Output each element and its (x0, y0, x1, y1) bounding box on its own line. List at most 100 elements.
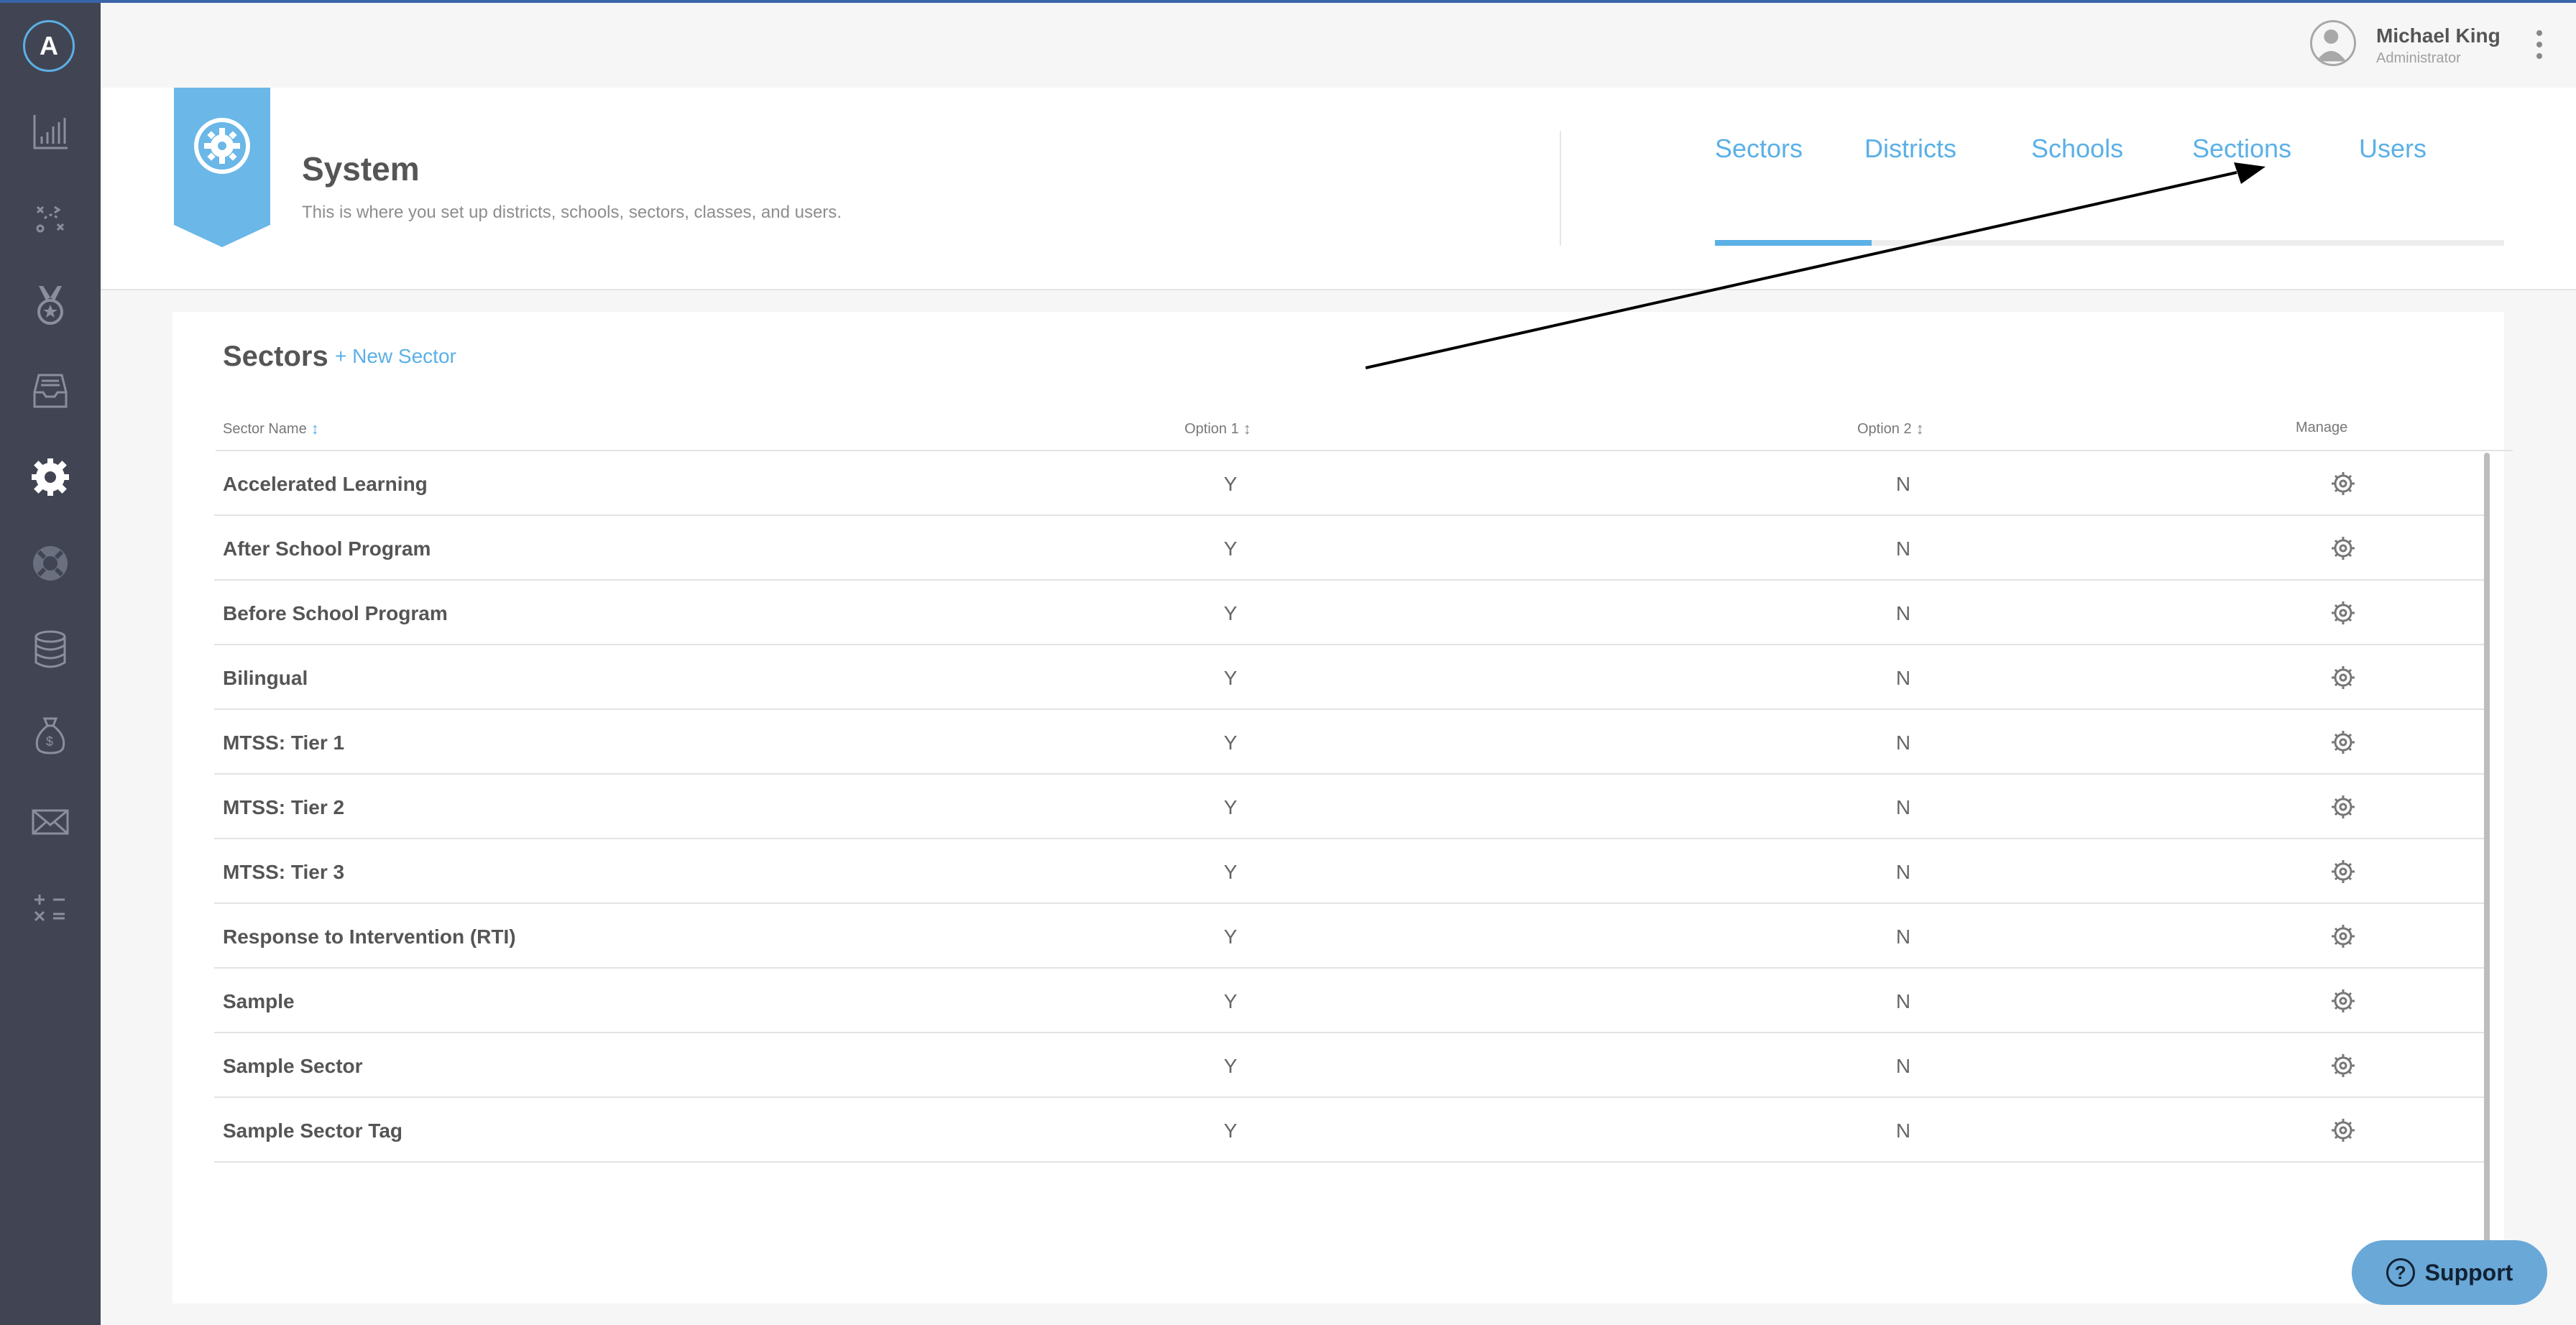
option-2-value: N (1895, 473, 1911, 495)
strategy-icon (36, 206, 65, 233)
table-row[interactable]: Sample Sector Tag Y N (214, 1098, 2484, 1163)
envelope-icon (32, 809, 69, 835)
option-2-value: N (1895, 537, 1911, 560)
option-1-value: Y (1223, 990, 1238, 1012)
column-header-sector-name[interactable]: Sector Name ↕ (223, 420, 319, 438)
support-label: Support (2424, 1259, 2513, 1285)
top-bar (101, 3, 2576, 88)
table-row[interactable]: Sample Sector Y N (214, 1033, 2484, 1098)
option-2-value: N (1895, 667, 1911, 689)
sort-icon: ↕ (1243, 420, 1251, 438)
help-icon: ? (2386, 1258, 2415, 1287)
table-row[interactable]: Response to Intervention (RTI) Y N (214, 904, 2484, 969)
sidebar-item-strategy[interactable] (22, 190, 79, 247)
option-2-value: N (1895, 925, 1911, 948)
svg-text:$: $ (46, 734, 53, 749)
manage-gear-icon[interactable] (2329, 599, 2358, 627)
sector-name: Before School Program (223, 602, 448, 624)
header-divider (1560, 131, 1561, 246)
table-row[interactable]: Before School Program Y N (214, 581, 2484, 645)
tab-sectors[interactable]: Sectors (1715, 134, 1803, 164)
sector-name: Bilingual (223, 667, 308, 689)
column-header-option-1[interactable]: Option 1 ↕ (1184, 420, 1251, 438)
table-row[interactable]: Bilingual Y N (214, 645, 2484, 710)
manage-gear-icon[interactable] (2329, 663, 2358, 692)
sidebar-item-help[interactable] (22, 535, 79, 592)
user-name[interactable]: Michael King (2376, 24, 2501, 47)
option-2-value: N (1895, 602, 1911, 624)
table-row[interactable]: MTSS: Tier 1 Y N (214, 710, 2484, 775)
option-1-value: Y (1223, 796, 1238, 818)
option-1-value: Y (1223, 602, 1238, 624)
page-subtitle: This is where you set up districts, scho… (302, 203, 842, 222)
manage-gear-icon[interactable] (2329, 1116, 2358, 1145)
option-2-value: N (1895, 861, 1911, 883)
manage-gear-icon[interactable] (2329, 1051, 2358, 1080)
option-1-value: Y (1223, 667, 1238, 689)
tab-active-indicator (1715, 240, 1872, 246)
option-1-value: Y (1223, 1119, 1238, 1142)
sidebar-item-data[interactable] (22, 621, 79, 678)
user-silhouette-icon (2316, 29, 2347, 62)
sidebar-item-system[interactable] (22, 448, 79, 506)
sector-name: Sample Sector Tag (223, 1119, 403, 1142)
manage-gear-icon[interactable] (2329, 728, 2358, 757)
sectors-card: Sectors + New Sector Sector Name ↕ Optio… (172, 312, 2513, 1303)
sort-icon: ↕ (1915, 420, 1924, 438)
option-2-value: N (1895, 796, 1911, 818)
inbox-tray-icon (33, 374, 68, 408)
sector-name: Sample (223, 990, 295, 1012)
bar-chart-icon (33, 115, 68, 149)
tab-sections[interactable]: Sections (2192, 134, 2291, 164)
option-2-value: N (1895, 1055, 1911, 1077)
money-bag-icon: $ (35, 717, 65, 754)
tab-schools[interactable]: Schools (2031, 134, 2123, 164)
support-button[interactable]: ? Support (2352, 1240, 2547, 1305)
manage-gear-icon[interactable] (2329, 793, 2358, 821)
sidebar-item-awards[interactable] (22, 276, 79, 333)
sector-name: MTSS: Tier 2 (223, 796, 345, 818)
user-avatar[interactable] (2310, 20, 2356, 66)
sectors-title: Sectors (223, 341, 328, 372)
table-row[interactable]: Sample Y N (214, 969, 2484, 1033)
option-2-value: N (1895, 990, 1911, 1012)
sidebar-item-reports[interactable] (22, 103, 79, 161)
option-1-value: Y (1223, 1055, 1238, 1077)
column-label: Sector Name (223, 420, 307, 437)
sector-name: After School Program (223, 537, 431, 560)
table-row[interactable]: MTSS: Tier 3 Y N (214, 839, 2484, 904)
scrollbar[interactable] (2484, 453, 2490, 1243)
system-gear-icon (32, 458, 69, 496)
option-1-value: Y (1223, 925, 1238, 948)
sidebar-item-inbox[interactable] (22, 362, 79, 420)
more-menu-icon[interactable] (2530, 30, 2549, 59)
column-header-manage: Manage (2296, 420, 2347, 436)
manage-gear-icon[interactable] (2329, 857, 2358, 886)
column-label: Manage (2296, 420, 2348, 435)
option-1-value: Y (1223, 473, 1238, 495)
sector-name: MTSS: Tier 1 (223, 731, 345, 754)
sector-name: Response to Intervention (RTI) (223, 925, 516, 948)
column-label: Option 1 (1184, 420, 1239, 437)
logo-letter: A (40, 31, 58, 60)
sidebar-item-finance[interactable]: $ (22, 707, 79, 765)
sidebar: A $ (0, 0, 101, 1325)
tab-users[interactable]: Users (2359, 134, 2426, 164)
manage-gear-icon[interactable] (2329, 922, 2358, 951)
manage-gear-icon[interactable] (2329, 987, 2358, 1015)
manage-gear-icon[interactable] (2329, 469, 2358, 498)
column-header-option-2[interactable]: Option 2 ↕ (1857, 420, 1924, 438)
option-2-value: N (1895, 1119, 1911, 1142)
tab-districts[interactable]: Districts (1864, 134, 1956, 164)
table-row[interactable]: After School Program Y N (214, 516, 2484, 581)
table-row[interactable]: MTSS: Tier 2 Y N (214, 775, 2484, 839)
option-2-value: N (1895, 731, 1911, 754)
table-row[interactable]: Accelerated Learning Y N (214, 451, 2484, 516)
app-logo[interactable]: A (23, 20, 75, 72)
sector-name: Sample Sector (223, 1055, 363, 1077)
new-sector-link[interactable]: + New Sector (335, 345, 456, 368)
sidebar-item-calculator[interactable] (22, 880, 79, 937)
manage-gear-icon[interactable] (2329, 534, 2358, 563)
sidebar-item-messages[interactable] (22, 793, 79, 851)
medal-icon (37, 286, 63, 325)
